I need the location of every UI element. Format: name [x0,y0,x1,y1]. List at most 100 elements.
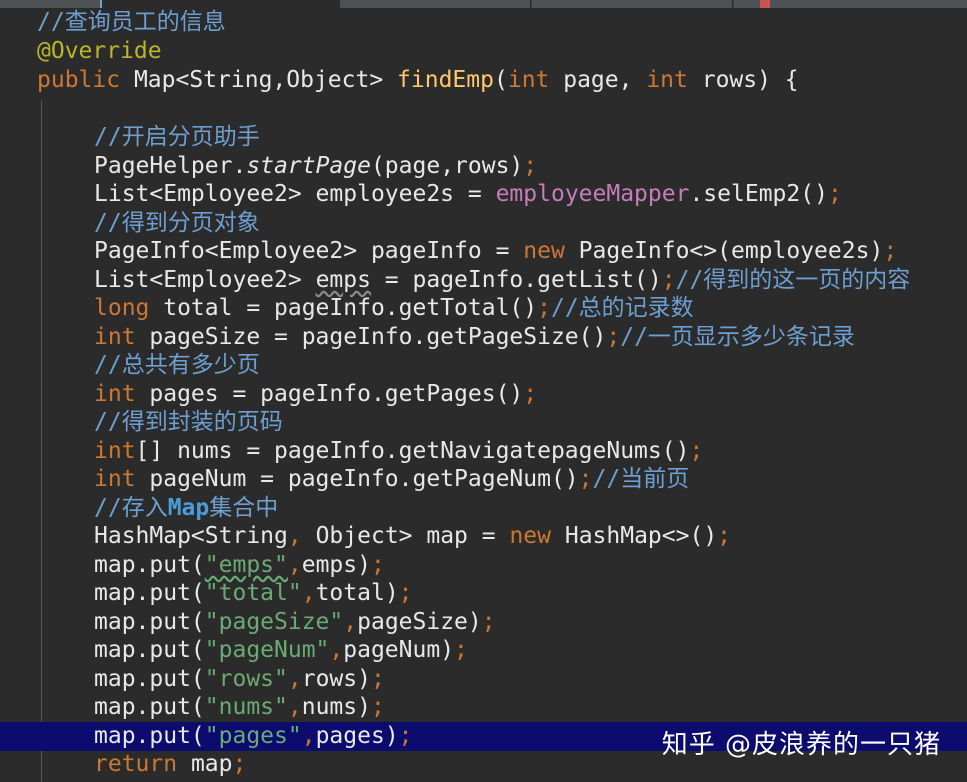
code-line[interactable]: map.put("total",total); [0,579,967,608]
comment: //得到的这一页的内容 [675,267,911,293]
semicolon: ; [689,438,704,464]
code-line[interactable]: int pages = pageInfo.getPages(); [0,380,967,409]
semicolon: ; [717,523,732,549]
code-line[interactable]: long total = pageInfo.getTotal();//总的记录数 [0,294,967,323]
keyword: return [94,751,178,777]
code-line[interactable]: public Map<String,Object> findEmp(int pa… [0,66,967,95]
code-text: total) [315,580,399,606]
keyword: int [94,466,136,492]
code-text: .selEmp2() [689,181,828,207]
code-text: [] nums = pageInfo.getNavigatepageNums() [135,438,690,464]
comma: , [301,723,316,749]
code-text: pageSize = pageInfo.getPageSize() [135,324,607,350]
code-text: map.put( [94,552,205,578]
code-line[interactable]: map.put("rows",rows); [0,665,967,694]
keyword: new [523,238,565,264]
code-line[interactable]: map.put("nums",nums); [0,693,967,722]
code-line[interactable]: //得到分页对象 [0,209,967,238]
code-text: pageNum) [343,637,455,663]
code-text: pageNum = pageInfo.getPageNum() [135,466,579,492]
code-line[interactable]: PageHelper.startPage(page,rows); [0,152,967,181]
comma: , [287,523,302,549]
keyword: int [94,381,136,407]
comma: , [329,637,344,663]
comment: //总的记录数 [550,295,694,321]
code-text: PageInfo<Employee2> pageInfo = [94,238,524,264]
code-line[interactable]: List<Employee2> employee2s = employeeMap… [0,180,967,209]
code-text: HashMap<String [94,523,288,549]
semicolon: ; [232,751,247,777]
field: employeeMapper [495,181,690,207]
keyword: int [94,438,136,464]
code-text: map.put( [94,723,205,749]
code-line[interactable]: int pageSize = pageInfo.getPageSize();//… [0,323,967,352]
code-line[interactable]: //得到封装的页码 [0,408,967,437]
code-text: map.put( [94,609,205,635]
editor-tab[interactable] [340,0,531,8]
semicolon: ; [398,580,413,606]
code-text: emps) [301,552,371,578]
code-text: page, [549,67,647,93]
code-line[interactable]: PageInfo<Employee2> pageInfo = new PageI… [0,237,967,266]
comma: , [287,694,302,720]
code-text: ( [493,67,508,93]
comment: //得到分页对象 [94,210,260,236]
code-line[interactable]: //存入Map集合中 [0,494,967,523]
semicolon: ; [578,466,593,492]
code-text: rows) { [687,67,799,93]
comment: 集合中 [209,495,279,521]
string-literal: "pageNum" [204,637,330,663]
semicolon: ; [523,381,538,407]
code-text: Map<String,Object> [120,67,398,93]
editor-tab[interactable] [0,0,101,8]
keyword: int [646,67,688,93]
code-editor[interactable]: //查询员工的信息 @Override public Map<String,Ob… [0,0,967,782]
code-line[interactable]: //开启分页助手 [0,123,967,152]
static-method: startPage [246,153,371,179]
string-literal: "nums" [204,694,288,720]
code-line[interactable]: map.put("emps",emps); [0,551,967,580]
comment: //一页显示多少条记录 [620,324,855,350]
editor-tab-active[interactable] [100,0,342,8]
method-name: findEmp [397,67,494,93]
code-text: PageInfo<>(employee2s) [564,238,884,264]
code-text: rows) [301,666,371,692]
code-line[interactable]: int pageNum = pageInfo.getPageNum();//当前… [0,465,967,494]
variable: emps [315,267,371,293]
code-text: (page,rows) [370,153,524,179]
semicolon: ; [481,609,496,635]
semicolon: ; [883,238,898,264]
semicolon: ; [398,723,413,749]
keyword: long [94,295,150,321]
semicolon: ; [537,295,551,321]
comma: , [343,609,358,635]
code-line[interactable]: HashMap<String, Object> map = new HashMa… [0,522,967,551]
code-line[interactable]: //总共有多少页 [0,351,967,380]
code-line[interactable]: @Override [0,37,967,66]
code-text: map [177,751,233,777]
string-literal: "emps" [204,552,288,578]
code-line[interactable]: int[] nums = pageInfo.getNavigatepageNum… [0,437,967,466]
semicolon: ; [454,637,468,663]
code-text: pageSize) [357,609,482,635]
semicolon: ; [661,267,676,293]
code-line[interactable]: //查询员工的信息 [0,8,967,37]
keyword: new [509,523,551,549]
comment: //当前页 [592,466,690,492]
comma: , [301,580,316,606]
semicolon: ; [370,666,385,692]
code-text: map.put( [94,694,205,720]
code-text: nums) [301,694,371,720]
code-line[interactable]: map.put("pageNum",pageNum); [0,636,967,665]
code-text: Object> map = [301,523,510,549]
code-line[interactable]: map.put("pageSize",pageSize); [0,608,967,637]
string-literal: "pages" [204,723,302,749]
code-text: List<Employee2> employee2s = [94,181,496,207]
keyword: int [507,67,550,93]
annotation: @Override [37,38,162,64]
comment: //得到封装的页码 [94,409,283,435]
editor-tab[interactable] [532,0,733,8]
code-text: pages) [315,723,399,749]
comment: //总共有多少页 [94,352,260,378]
code-line[interactable]: List<Employee2> emps = pageInfo.getList(… [0,266,967,295]
